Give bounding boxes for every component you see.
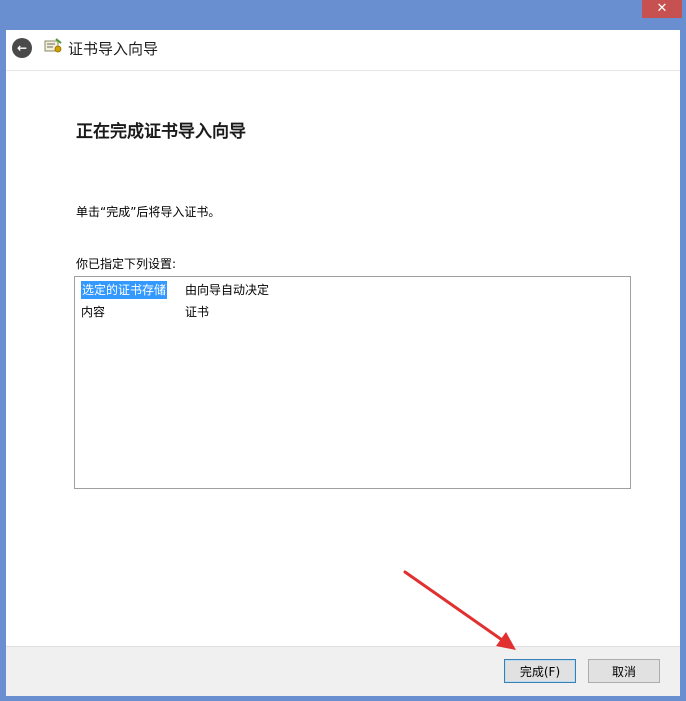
cancel-button[interactable]: 取消 — [588, 659, 660, 683]
settings-value: 证书 — [185, 305, 210, 319]
nav-bar: ← 证书导入向导 — [6, 30, 680, 70]
page-heading: 正在完成证书导入向导 — [76, 122, 246, 142]
button-bar: 完成(F) 取消 — [6, 646, 680, 696]
settings-key: 内容 — [81, 305, 106, 319]
window-titlebar: ✕ — [0, 0, 686, 30]
back-button[interactable]: ← — [12, 38, 32, 58]
wizard-window: ← 证书导入向导 正在完成证书导入向导 单击“完成”后将导入证书。 你已指定下列… — [6, 30, 680, 696]
instruction-text: 单击“完成”后将导入证书。 — [76, 205, 221, 219]
close-button[interactable]: ✕ — [642, 0, 682, 18]
wizard-title: 证书导入向导 — [68, 40, 159, 58]
settings-label: 你已指定下列设置: — [76, 257, 177, 271]
finish-button[interactable]: 完成(F) — [504, 659, 576, 683]
close-icon: ✕ — [656, 1, 668, 16]
settings-key: 选定的证书存储 — [81, 281, 168, 299]
settings-value: 由向导自动决定 — [185, 283, 270, 297]
certificate-icon — [44, 38, 62, 53]
back-arrow-icon: ← — [16, 41, 28, 55]
wizard-body: 正在完成证书导入向导 单击“完成”后将导入证书。 你已指定下列设置: 选定的证书… — [6, 70, 680, 646]
settings-list[interactable]: 选定的证书存储 由向导自动决定 内容 证书 — [74, 276, 631, 489]
